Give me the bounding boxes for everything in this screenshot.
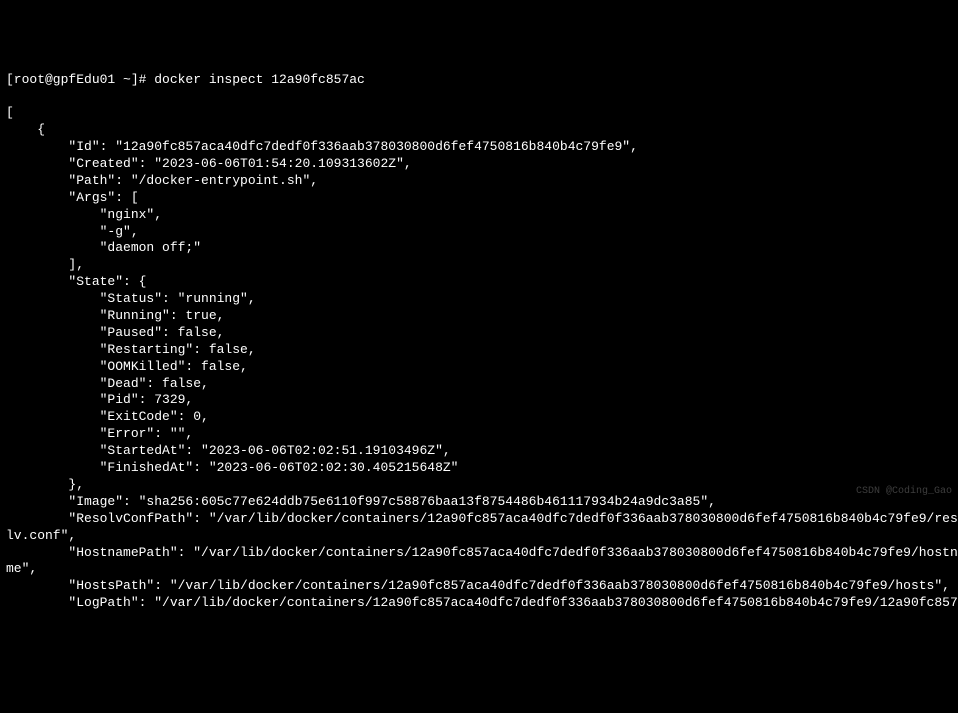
output-line: "StartedAt": "2023-06-06T02:02:51.191034… <box>6 443 952 460</box>
output-line: "Image": "sha256:605c77e624ddb75e6110f99… <box>6 494 952 511</box>
output-line: { <box>6 122 952 139</box>
output-line: "Path": "/docker-entrypoint.sh", <box>6 173 952 190</box>
output-line: "ResolvConfPath": "/var/lib/docker/conta… <box>6 511 952 528</box>
command-prompt[interactable]: [root@gpfEdu01 ~]# docker inspect 12a90f… <box>6 72 952 89</box>
output-line: "-g", <box>6 224 952 241</box>
output-line: lv.conf", <box>6 528 952 545</box>
output-line: "Paused": false, <box>6 325 952 342</box>
output-line: "Dead": false, <box>6 376 952 393</box>
output-line: "daemon off;" <box>6 240 952 257</box>
output-line: "Pid": 7329, <box>6 392 952 409</box>
output-line: "Id": "12a90fc857aca40dfc7dedf0f336aab37… <box>6 139 952 156</box>
output-line: "Status": "running", <box>6 291 952 308</box>
output-line: me", <box>6 561 952 578</box>
output-line: "Restarting": false, <box>6 342 952 359</box>
output-line: "ExitCode": 0, <box>6 409 952 426</box>
watermark: CSDN @Coding_Gao <box>856 485 952 498</box>
output-line: "HostsPath": "/var/lib/docker/containers… <box>6 578 952 595</box>
output-line: "LogPath": "/var/lib/docker/containers/1… <box>6 595 952 612</box>
output-line: "HostnamePath": "/var/lib/docker/contain… <box>6 545 952 562</box>
output-line: "State": { <box>6 274 952 291</box>
output-line: "FinishedAt": "2023-06-06T02:02:30.40521… <box>6 460 952 477</box>
output-line: "Created": "2023-06-06T01:54:20.10931360… <box>6 156 952 173</box>
output-line: "Error": "", <box>6 426 952 443</box>
output-line: "Args": [ <box>6 190 952 207</box>
output-line: "Running": true, <box>6 308 952 325</box>
output-line: }, <box>6 477 952 494</box>
output-line: "OOMKilled": false, <box>6 359 952 376</box>
output-line: "nginx", <box>6 207 952 224</box>
output-line: [ <box>6 105 952 122</box>
terminal-output: [ { "Id": "12a90fc857aca40dfc7dedf0f336a… <box>6 105 952 612</box>
output-line: ], <box>6 257 952 274</box>
